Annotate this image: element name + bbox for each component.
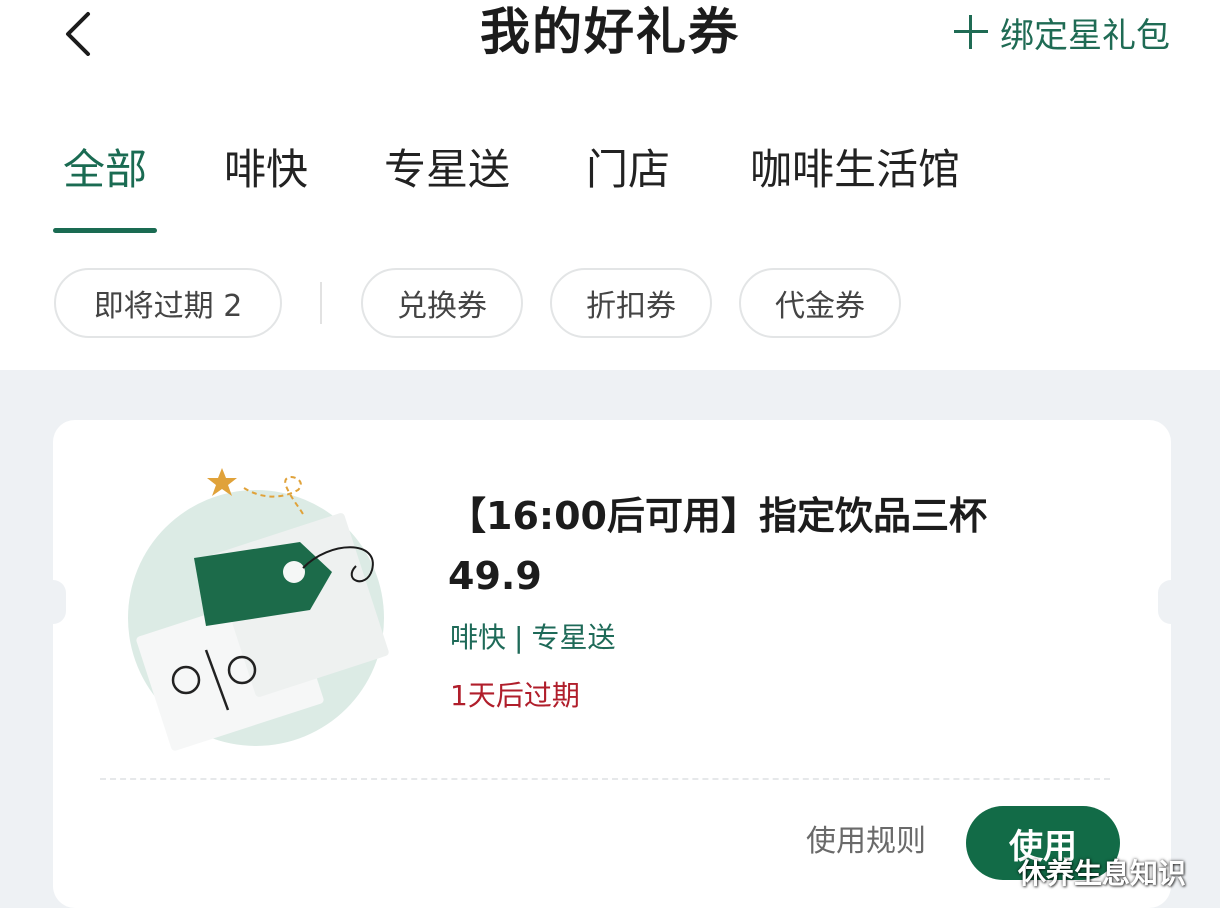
coupon-title-line1: 【16:00后可用】指定饮品三杯 <box>448 494 987 538</box>
plus-icon <box>954 15 988 49</box>
channel-separator: | <box>514 621 524 654</box>
channel-fei-kuai: 啡快 <box>450 621 507 654</box>
watermark: 休养生息知识 <box>1018 857 1187 890</box>
bind-star-pack-label: 绑定星礼包 <box>1000 15 1170 56</box>
coupon-expiry: 1天后过期 <box>450 679 580 712</box>
card-notch-left <box>40 580 66 624</box>
tab-all[interactable]: 全部 <box>63 142 147 198</box>
tab-fei-kuai[interactable]: 啡快 <box>224 142 308 198</box>
bind-star-pack-button[interactable]: 绑定星礼包 <box>954 8 1170 56</box>
filter-cash-voucher[interactable]: 代金券 <box>739 268 901 338</box>
coupon-tag-illustration <box>128 468 389 751</box>
filter-discount-coupon[interactable]: 折扣券 <box>550 268 712 338</box>
filter-divider <box>320 282 322 324</box>
tab-coffee-life-hall[interactable]: 咖啡生活馆 <box>750 142 960 198</box>
coupon-price: 49.9 <box>448 554 542 598</box>
active-tab-indicator <box>53 228 157 233</box>
tab-zhuan-xing-song[interactable]: 专星送 <box>384 142 510 198</box>
filter-expiring-soon[interactable]: 即将过期 2 <box>54 268 282 338</box>
filter-bar: 即将过期 2 兑换券 折扣券 代金券 <box>0 250 1220 368</box>
coupon-title: 【16:00后可用】指定饮品三杯 49.9 <box>448 488 1128 604</box>
header: 我的好礼券 绑定星礼包 <box>0 0 1220 78</box>
filter-redeem-coupon[interactable]: 兑换券 <box>361 268 523 338</box>
card-notch-right <box>1158 580 1184 624</box>
coupon-channels: 啡快 | 专星送 <box>450 618 615 658</box>
usage-rules-link[interactable]: 使用规则 <box>806 822 926 862</box>
category-tabs: 全部 啡快 专星送 门店 咖啡生活馆 <box>0 128 1220 238</box>
tab-store[interactable]: 门店 <box>586 142 670 198</box>
channel-zhuan-xing-song: 专星送 <box>531 621 616 654</box>
card-divider <box>100 778 1110 780</box>
